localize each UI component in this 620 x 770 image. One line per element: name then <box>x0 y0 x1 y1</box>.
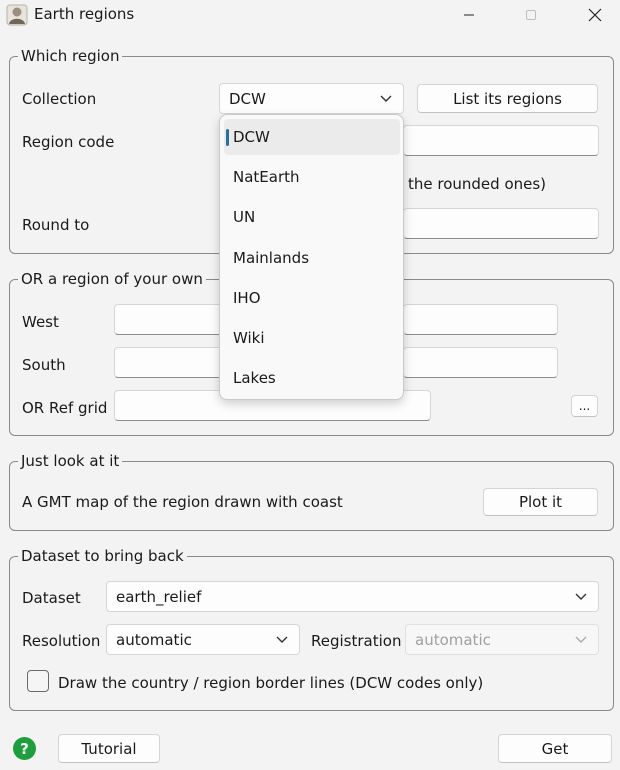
registration-combo[interactable]: automatic <box>405 624 599 655</box>
resolution-value: automatic <box>116 630 192 649</box>
map-description: A GMT map of the region drawn with coast <box>22 493 343 511</box>
chevron-down-icon <box>276 636 288 643</box>
own-region-title: OR a region of your own <box>18 269 206 289</box>
help-icon[interactable]: ? <box>13 737 36 760</box>
collection-label: Collection <box>22 90 97 108</box>
west-label: West <box>22 313 59 331</box>
chevron-down-icon <box>575 593 587 600</box>
border-lines-label: Draw the country / region border lines (… <box>58 674 484 692</box>
dropdown-option-dcw[interactable]: DCW <box>224 119 400 155</box>
browse-button[interactable]: ... <box>571 395 598 417</box>
dropdown-option-wiki[interactable]: Wiki <box>224 320 400 356</box>
dropdown-option-mainlands[interactable]: Mainlands <box>224 240 400 276</box>
round-to-input[interactable] <box>403 208 599 239</box>
dropdown-option-lakes[interactable]: Lakes <box>224 360 400 396</box>
dataset-value: earth_relief <box>116 587 202 606</box>
round-to-label: Round to <box>22 216 90 234</box>
round-note: the rounded ones) <box>408 175 547 193</box>
dropdown-option-iho[interactable]: IHO <box>224 280 400 316</box>
app-icon <box>6 4 28 26</box>
border-lines-checkbox[interactable] <box>27 670 49 692</box>
region-code-label: Region code <box>22 133 115 151</box>
minimize-icon <box>464 14 474 16</box>
plot-it-button[interactable]: Plot it <box>483 488 598 516</box>
north-input[interactable] <box>403 347 558 378</box>
chevron-down-icon <box>575 636 587 643</box>
maximize-icon <box>526 10 536 20</box>
list-regions-button[interactable]: List its regions <box>417 84 598 113</box>
region-code-input[interactable] <box>403 125 599 156</box>
registration-value: automatic <box>415 630 491 649</box>
collection-dropdown: DCW NatEarth UN Mainlands IHO Wiki Lakes <box>219 114 404 400</box>
collection-value: DCW <box>229 89 266 108</box>
registration-label: Registration <box>311 632 402 650</box>
just-look-title: Just look at it <box>18 451 123 471</box>
close-button[interactable] <box>572 0 618 30</box>
east-input[interactable] <box>403 304 558 335</box>
resolution-combo[interactable]: automatic <box>106 624 300 655</box>
collection-combo[interactable]: DCW <box>219 83 404 114</box>
which-region-title: Which region <box>18 46 123 66</box>
dataset-combo[interactable]: earth_relief <box>106 581 599 612</box>
dropdown-option-natearth[interactable]: NatEarth <box>224 159 400 195</box>
close-icon <box>588 8 602 22</box>
minimize-button[interactable] <box>446 0 492 30</box>
dropdown-option-un[interactable]: UN <box>224 199 400 235</box>
title-bar: Earth regions <box>0 0 620 30</box>
resolution-label: Resolution <box>22 632 101 650</box>
west-input[interactable] <box>114 304 234 335</box>
maximize-button[interactable] <box>508 0 554 30</box>
ref-grid-label: OR Ref grid <box>22 399 108 417</box>
get-button[interactable]: Get <box>498 734 612 763</box>
chevron-down-icon <box>380 95 392 102</box>
tutorial-button[interactable]: Tutorial <box>58 734 160 763</box>
dataset-label: Dataset <box>22 589 81 607</box>
south-label: South <box>22 356 66 374</box>
window-title: Earth regions <box>34 5 135 23</box>
dataset-title: Dataset to bring back <box>18 546 187 566</box>
south-input[interactable] <box>114 347 234 378</box>
